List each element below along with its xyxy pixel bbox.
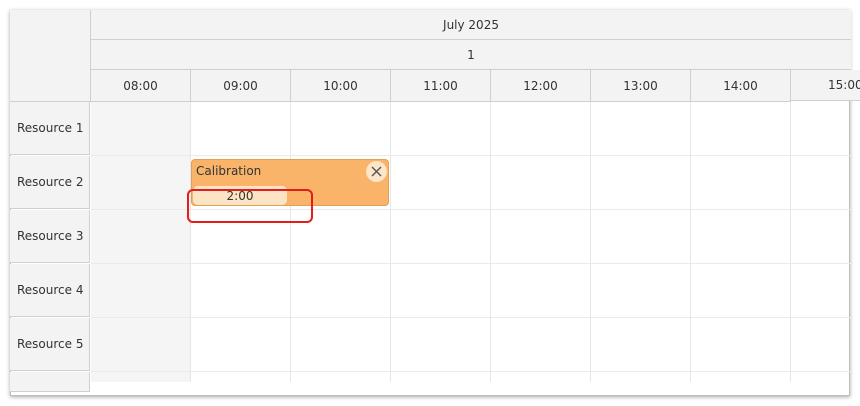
grid-line xyxy=(390,102,391,382)
event-title: Calibration xyxy=(196,164,262,178)
grid-line xyxy=(590,102,591,382)
timeline-header-hour: 11:00 xyxy=(391,70,491,102)
grid-line xyxy=(91,371,851,372)
timeline-header-hour: 14:00 xyxy=(691,70,791,102)
close-icon xyxy=(371,166,382,177)
timeline-header-hour: 13:00 xyxy=(591,70,691,102)
grid-line xyxy=(290,102,291,382)
timeline-header-month: July 2025 xyxy=(91,10,851,40)
resource-row-header[interactable]: Resource 1 xyxy=(10,102,90,155)
timeline-header-hour: 12:00 xyxy=(491,70,591,102)
timeline-header-hour: 10:00 xyxy=(291,70,391,102)
grid-line xyxy=(790,102,791,382)
delete-event-button[interactable] xyxy=(366,161,387,182)
resource-row-header[interactable]: Resource 3 xyxy=(10,210,90,263)
scheduler-corner xyxy=(10,10,91,102)
resource-row-header[interactable]: Resource 4 xyxy=(10,264,90,317)
timeline-header-hour: 15:00 xyxy=(791,70,860,101)
grid-line xyxy=(91,263,851,264)
grid-line xyxy=(91,317,851,318)
timeline-header-hour: 09:00 xyxy=(191,70,291,102)
resource-row-header[interactable]: Resource 5 xyxy=(10,318,90,371)
non-business-hours-cell xyxy=(91,102,190,382)
highlight-annotation xyxy=(187,189,313,223)
grid-line xyxy=(490,102,491,382)
timeline-header-hour: 08:00 xyxy=(91,70,191,102)
resource-row-header[interactable]: Resource 2 xyxy=(10,156,90,209)
resource-row-header xyxy=(10,372,90,392)
grid-line xyxy=(91,155,851,156)
grid-line xyxy=(190,102,191,382)
timeline-header-day: 1 xyxy=(91,40,851,70)
grid-line xyxy=(690,102,691,382)
